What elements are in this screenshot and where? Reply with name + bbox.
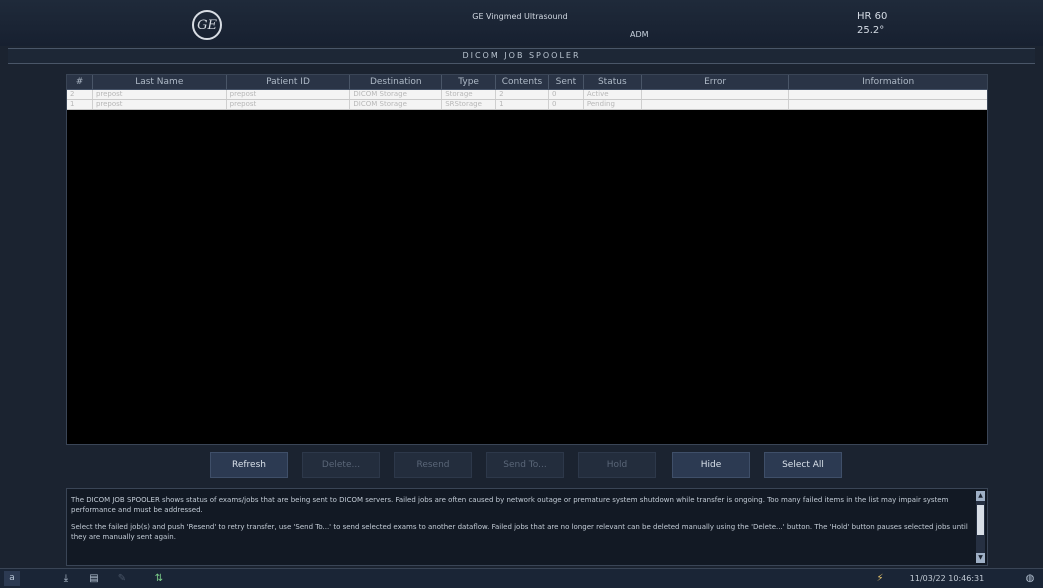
taskbar: a ⤓ ▤ ✎ ⇅ ⚡ 11/03/22 10:46:31 ◍ [0, 568, 1043, 588]
cell-sent: 0 [549, 90, 584, 99]
user-label: ADM [630, 30, 649, 39]
cell-contents: 1 [496, 100, 549, 109]
download-icon[interactable]: ⤓ [58, 571, 74, 586]
network-transfer-icon[interactable]: ⇅ [150, 571, 168, 586]
clock: 11/03/22 10:46:31 [909, 574, 985, 583]
vitals-readout: HR 60 25.2° [857, 10, 887, 38]
col-header-type[interactable]: Type [442, 75, 497, 89]
cell-information [789, 90, 987, 99]
col-header-information[interactable]: Information [789, 75, 987, 89]
cell-destination: DICOM Storage [350, 100, 443, 109]
col-header-status[interactable]: Status [584, 75, 642, 89]
info-text-box: The DICOM JOB SPOOLER shows status of ex… [66, 488, 988, 566]
table-row[interactable]: 1 prepost prepost DICOM Storage SRStorag… [67, 100, 987, 110]
heart-rate: HR 60 [857, 11, 888, 22]
resend-button[interactable]: Resend [394, 452, 472, 478]
scroll-down-icon[interactable]: ▼ [976, 553, 985, 563]
cell-patient-id: prepost [227, 100, 351, 109]
col-header-sent[interactable]: Sent [549, 75, 584, 89]
refresh-button[interactable]: Refresh [210, 452, 288, 478]
cell-number: 2 [67, 90, 93, 99]
cell-destination: DICOM Storage [350, 90, 443, 99]
cell-error [642, 100, 790, 109]
send-to-button[interactable]: Send To... [486, 452, 564, 478]
cell-sent: 0 [549, 100, 584, 109]
col-header-patient-id[interactable]: Patient ID [227, 75, 351, 89]
action-button-bar: Refresh Delete... Resend Send To... Hold… [210, 452, 850, 478]
header-bar: GE GE Vingmed Ultrasound ADM HR 60 25.2° [0, 0, 1043, 46]
col-header-number[interactable]: # [67, 75, 93, 89]
cell-information [789, 100, 987, 109]
ge-logo-icon: GE [192, 10, 222, 40]
temperature: 25.2° [857, 25, 885, 36]
job-table[interactable]: # Last Name Patient ID Destination Type … [66, 74, 988, 445]
hide-button[interactable]: Hide [672, 452, 750, 478]
window-title: DICOM JOB SPOOLER [8, 48, 1035, 64]
archive-icon[interactable]: ▤ [86, 571, 102, 586]
col-header-destination[interactable]: Destination [350, 75, 443, 89]
scroll-thumb[interactable] [977, 505, 984, 535]
info-paragraph-2: Select the failed job(s) and push 'Resen… [71, 523, 968, 541]
select-all-button[interactable]: Select All [764, 452, 842, 478]
cell-error [642, 90, 790, 99]
info-paragraph-1: The DICOM JOB SPOOLER shows status of ex… [71, 496, 949, 514]
delete-button[interactable]: Delete... [302, 452, 380, 478]
disabled-icon: ✎ [117, 573, 127, 584]
col-header-contents[interactable]: Contents [496, 75, 549, 89]
keyboard-a-button[interactable]: a [4, 571, 20, 586]
scroll-up-icon[interactable]: ▲ [976, 491, 985, 501]
cell-status: Active [584, 90, 642, 99]
hold-button[interactable]: Hold [578, 452, 656, 478]
cell-last-name: prepost [93, 90, 227, 99]
table-header: # Last Name Patient ID Destination Type … [67, 75, 987, 90]
info-scrollbar[interactable]: ▲ ▼ [976, 491, 985, 563]
cell-type: SRStorage [442, 100, 497, 109]
cell-contents: 2 [496, 90, 549, 99]
table-row[interactable]: 2 prepost prepost DICOM Storage Storage … [67, 90, 987, 100]
cell-last-name: prepost [93, 100, 227, 109]
app-title: GE Vingmed Ultrasound [472, 12, 568, 21]
probe-icon[interactable]: ⚡ [872, 571, 888, 586]
cell-type: Storage [442, 90, 497, 99]
cell-number: 1 [67, 100, 93, 109]
globe-icon[interactable]: ◍ [1022, 571, 1038, 586]
col-header-last-name[interactable]: Last Name [93, 75, 227, 89]
cell-status: Pending [584, 100, 642, 109]
cell-patient-id: prepost [227, 90, 351, 99]
col-header-error[interactable]: Error [642, 75, 790, 89]
